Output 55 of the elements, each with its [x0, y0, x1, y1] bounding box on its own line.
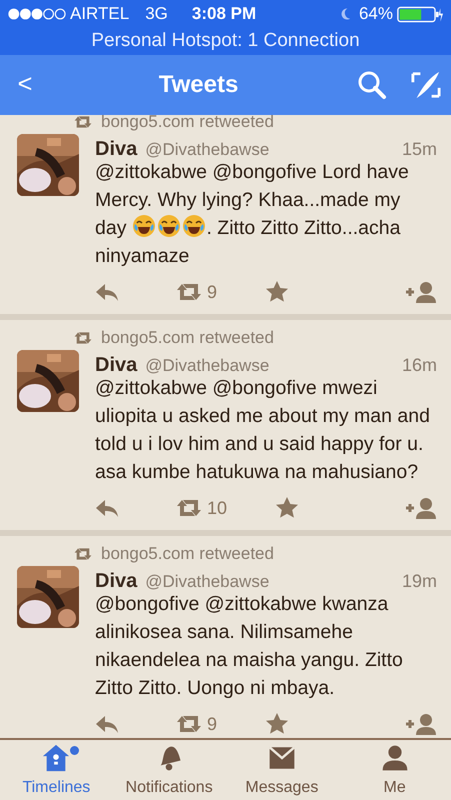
author-name: Diva	[95, 137, 138, 162]
retweet-label: bongo5.com retweeted	[101, 115, 274, 134]
tweet-text: day	[95, 217, 126, 239]
battery-percent: 64%	[358, 3, 393, 26]
network-type: 3G	[145, 3, 168, 26]
retweet-icon	[73, 547, 93, 561]
tweet-text: @bongofive @zittokabwe kwanza alinikosea sana. Nilimsamehe nikaendelea na maisha yangu. Zitto Zitto Zitto. Uongo ni mbaya.	[95, 593, 403, 699]
search-icon[interactable]	[357, 70, 387, 100]
retweet-icon[interactable]	[175, 714, 203, 734]
author-name: Diva	[95, 353, 138, 378]
screen-title: Tweets	[158, 71, 238, 98]
author-name: Diva	[95, 569, 138, 594]
messages-tab[interactable]: Messages	[226, 740, 338, 800]
retweet-count: 9	[207, 712, 218, 736]
retweet-label: bongo5.com retweeted	[101, 543, 274, 566]
star-icon[interactable]	[265, 280, 290, 304]
tweet-text: @zittokabwe @bongofive mwezi uliopita u asked me about my man and told u i lov him and u said happy for u. asa kumbe hatukuwa na mahusiano?	[95, 377, 430, 483]
house-icon	[41, 744, 72, 772]
follow-icon[interactable]	[405, 712, 437, 736]
reply-icon[interactable]	[95, 282, 119, 302]
moon-icon	[340, 7, 351, 21]
laughing-face-icon	[182, 214, 206, 238]
laughing-face-icon	[132, 214, 156, 238]
reply-icon[interactable]	[95, 714, 119, 734]
retweet-icon[interactable]	[175, 498, 203, 518]
star-icon[interactable]	[275, 496, 300, 520]
clock: 3:08 PM	[192, 3, 256, 26]
tweet-time: 16m	[402, 354, 437, 377]
carrier-name: AIRTEL	[70, 3, 130, 26]
signal-icon	[8, 8, 66, 20]
author-handle: @Divathebawse	[145, 139, 270, 161]
retweet-icon	[73, 331, 93, 345]
reply-icon[interactable]	[95, 498, 119, 518]
tweet-text: . Zitto Zitto Zitto...acha	[206, 217, 400, 239]
back-button[interactable]: <	[10, 66, 40, 104]
star-icon[interactable]	[265, 712, 290, 736]
tweet-time: 19m	[402, 570, 437, 593]
notifications-tab[interactable]: Notifications	[112, 740, 226, 800]
tweet-time: 15m	[402, 138, 437, 161]
tweet-text: ninyamaze	[95, 245, 190, 267]
hotspot-banner[interactable]: Personal Hotspot: 1 Connection	[91, 27, 360, 56]
retweet-count: 9	[207, 280, 218, 304]
retweet-icon[interactable]	[175, 282, 203, 302]
laughing-face-icon	[157, 214, 182, 238]
follow-icon[interactable]	[405, 280, 437, 304]
timelines-tab[interactable]: Timelines	[0, 740, 113, 800]
author-handle: @Divathebawse	[145, 355, 270, 377]
retweet-label: bongo5.com retweeted	[101, 327, 274, 350]
me-tab[interactable]: Me	[338, 740, 451, 800]
battery-icon	[397, 6, 443, 22]
retweet-icon	[73, 115, 93, 129]
follow-icon[interactable]	[405, 496, 437, 520]
retweet-count: 10	[207, 496, 228, 520]
compose-icon[interactable]	[411, 70, 441, 100]
author-handle: @Divathebawse	[145, 571, 270, 593]
